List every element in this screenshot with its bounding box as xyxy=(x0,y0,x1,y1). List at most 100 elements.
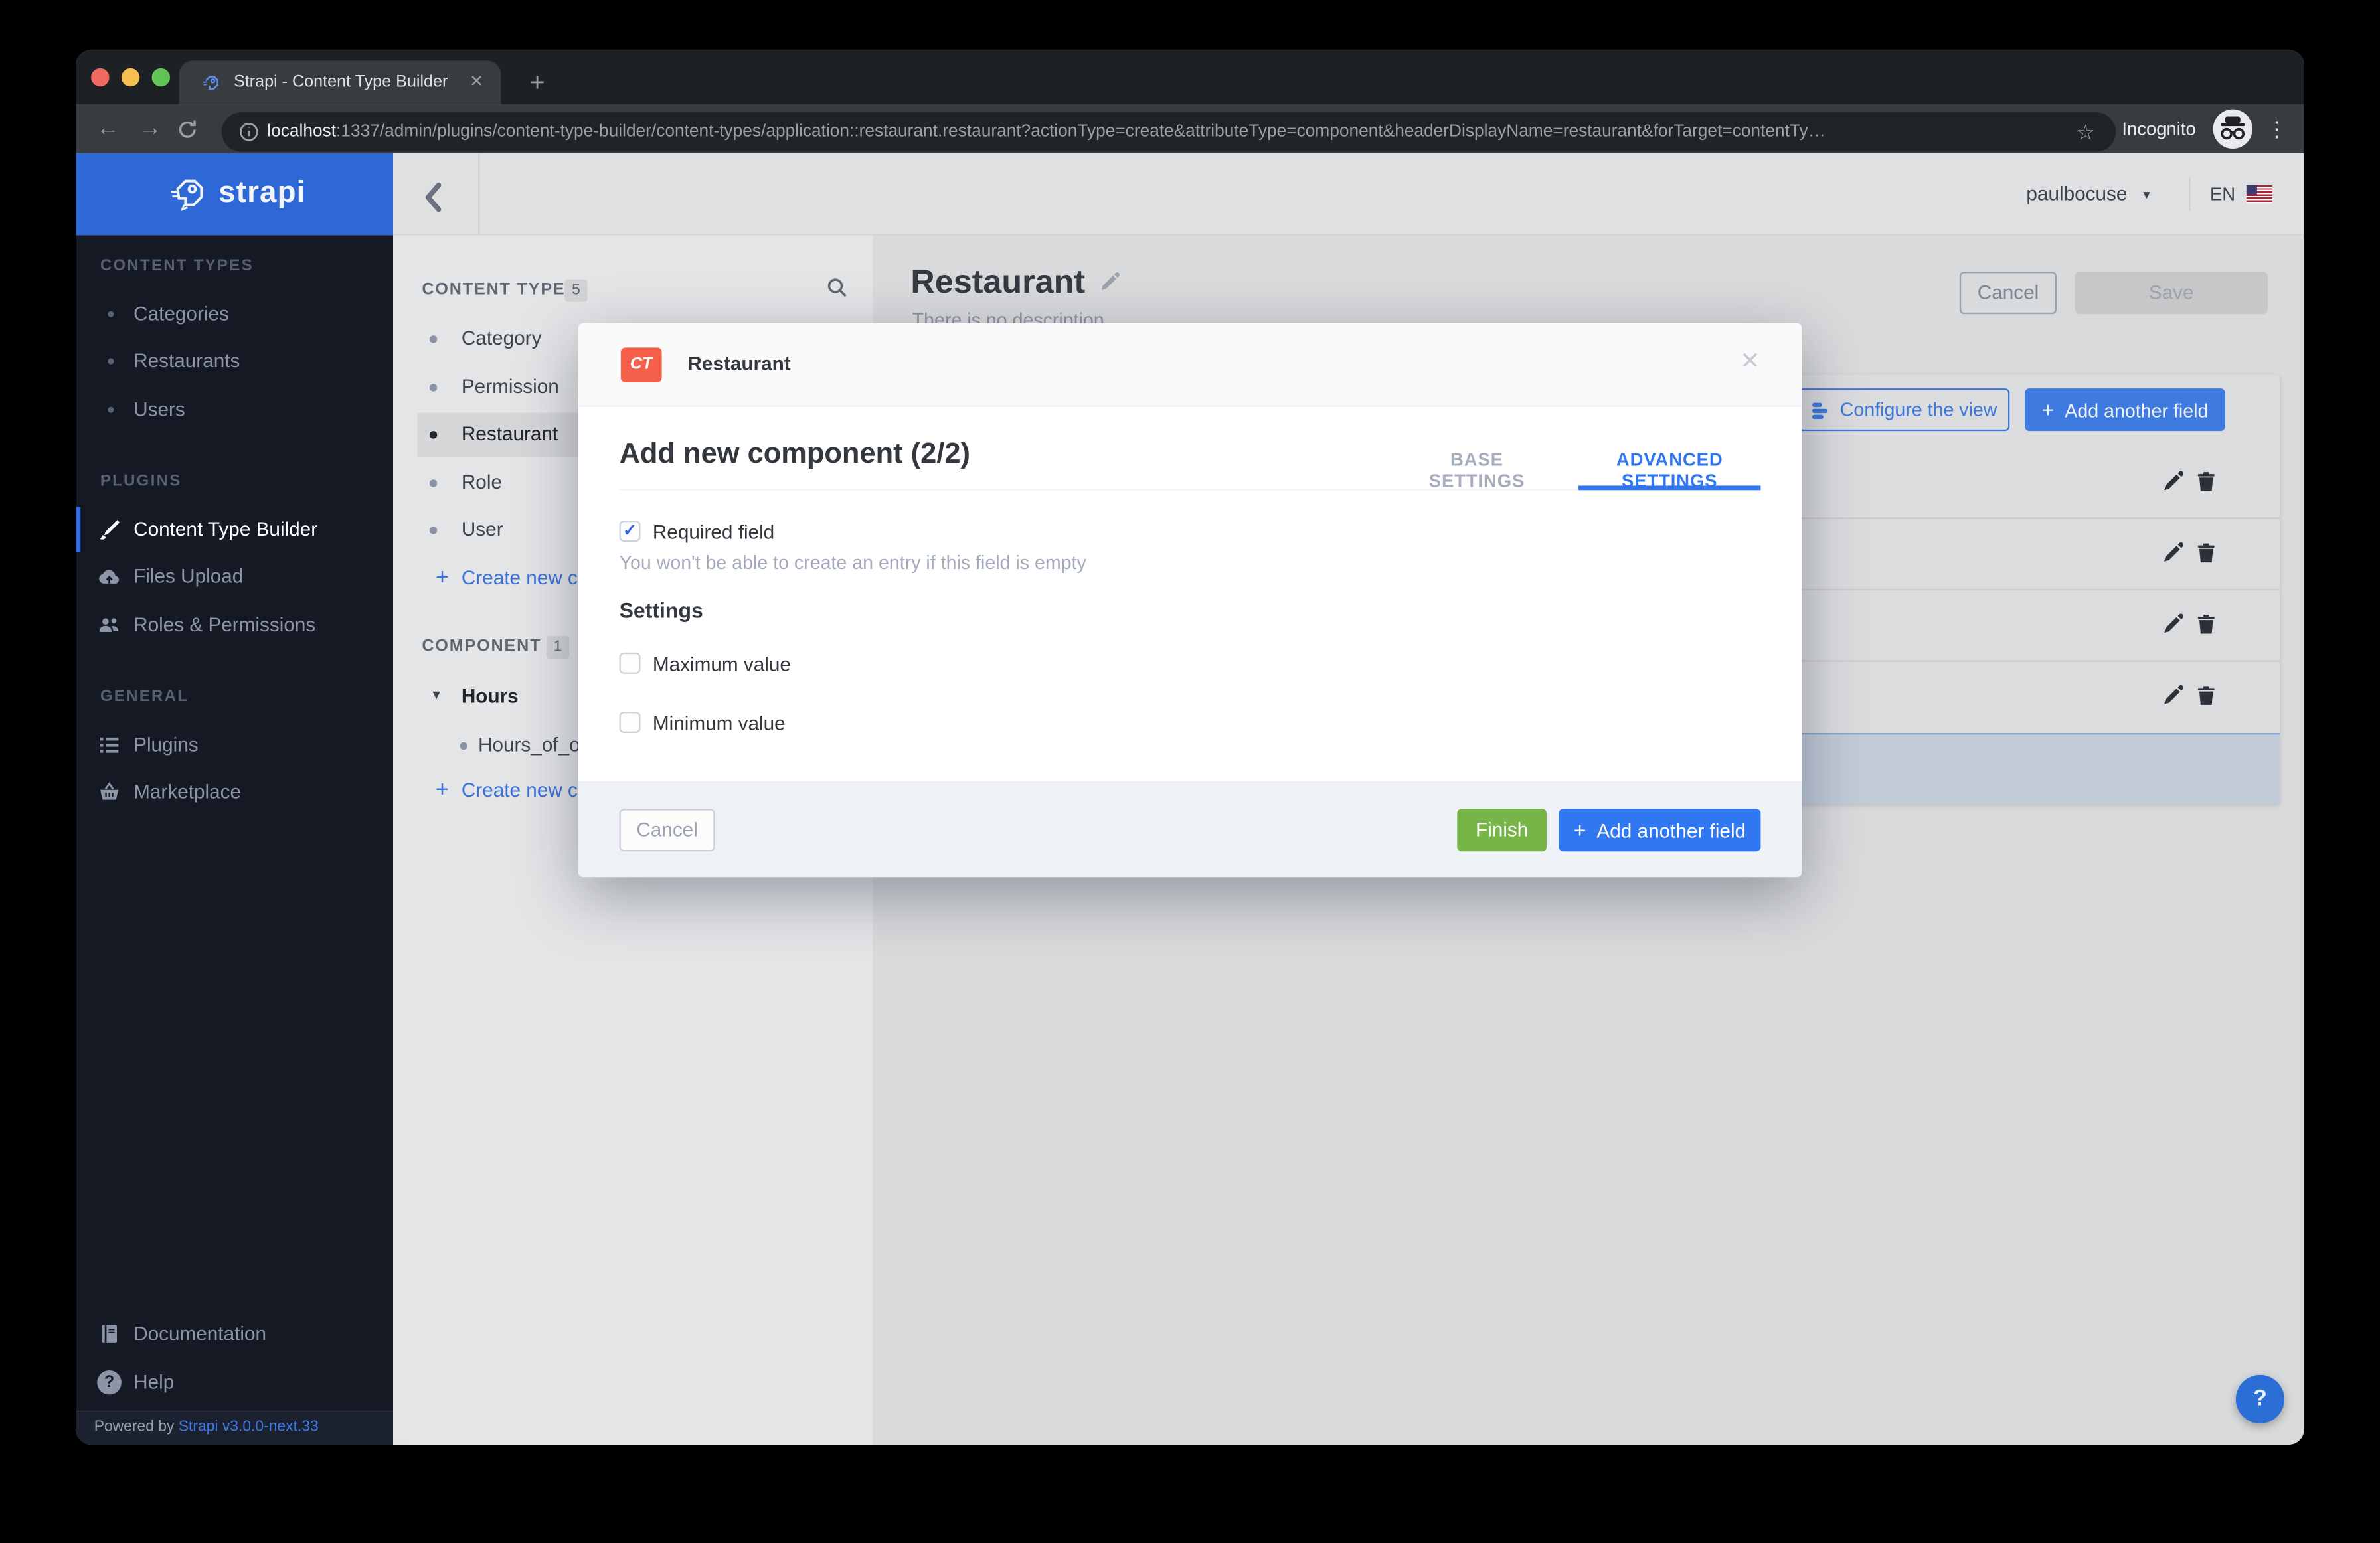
edit-pencil-icon[interactable] xyxy=(2162,613,2184,635)
sidebar-item-plugins[interactable]: Plugins xyxy=(76,728,393,762)
delete-trash-icon[interactable] xyxy=(2195,613,2217,635)
component-count-badge: 1 xyxy=(546,635,570,659)
sidebar-item-restaurants[interactable]: Restaurants xyxy=(76,345,393,378)
delete-trash-icon[interactable] xyxy=(2195,542,2217,564)
maximum-value-label[interactable]: Maximum value xyxy=(653,653,791,675)
sidebar-section-general: GENERAL xyxy=(100,687,189,706)
bullet-icon xyxy=(429,527,438,534)
plus-icon: + xyxy=(1573,817,1586,843)
configure-view-button[interactable]: Configure the view xyxy=(1798,388,2010,432)
powered-by-text: Powered by xyxy=(94,1419,179,1436)
basket-icon xyxy=(97,780,122,805)
back-chevron-icon[interactable] xyxy=(422,181,443,214)
info-icon[interactable] xyxy=(238,122,260,143)
modal-content-type-name: Restaurant xyxy=(687,352,791,375)
url-bar[interactable]: localhost:1337/admin/plugins/content-typ… xyxy=(221,112,2116,152)
bullet-icon xyxy=(108,311,114,317)
language-selector[interactable]: EN xyxy=(2210,153,2235,235)
bullet-icon xyxy=(429,479,438,487)
new-tab-button[interactable]: + xyxy=(519,60,556,104)
forward-button[interactable]: → xyxy=(131,105,170,153)
page-cancel-button[interactable]: Cancel xyxy=(1959,272,2057,315)
sidebar-section-content-types: CONTENT TYPES xyxy=(100,256,254,275)
plus-icon: + xyxy=(2041,397,2055,422)
bookmark-star-icon[interactable]: ☆ xyxy=(2067,112,2104,151)
settings-heading: Settings xyxy=(619,598,703,623)
sidebar-item-roles-permissions[interactable]: Roles & Permissions xyxy=(76,609,393,642)
paintbrush-icon xyxy=(97,517,122,542)
required-field-label[interactable]: Required field xyxy=(653,521,774,543)
help-fab-button[interactable]: ? xyxy=(2235,1374,2284,1423)
page-save-button[interactable]: Save xyxy=(2075,272,2268,315)
delete-trash-icon[interactable] xyxy=(2195,471,2217,493)
strapi-version-link[interactable]: Strapi v3.0.0-next.33 xyxy=(179,1419,319,1435)
browser-titlebar: Strapi - Content Type Builder ✕ + xyxy=(76,50,2304,105)
users-icon xyxy=(97,613,122,637)
content-type-badge: CT xyxy=(620,347,662,382)
required-field-help: You won't be able to create an entry if … xyxy=(619,552,1086,574)
sidebar-item-files-upload[interactable]: Files Upload xyxy=(76,560,393,593)
url-host: localhost xyxy=(267,123,337,141)
tab-base-settings[interactable]: BASE SETTINGS xyxy=(1408,449,1545,492)
modal-cancel-button[interactable]: Cancel xyxy=(619,809,715,852)
active-tab-underline xyxy=(1578,485,1761,491)
tab-close-icon[interactable]: ✕ xyxy=(462,60,492,104)
tab-title: Strapi - Content Type Builder xyxy=(233,72,448,92)
edit-pencil-icon[interactable] xyxy=(2162,471,2184,493)
browser-tab[interactable]: Strapi - Content Type Builder ✕ xyxy=(179,60,501,105)
content-types-count-badge: 5 xyxy=(564,279,588,302)
sidebar-item-categories[interactable]: Categories xyxy=(76,297,393,331)
cloud-upload-icon xyxy=(97,564,122,589)
us-flag-icon xyxy=(2246,185,2272,204)
modal-close-icon[interactable]: ✕ xyxy=(1732,345,1768,381)
close-window-button[interactable] xyxy=(91,68,110,87)
strapi-rocket-icon xyxy=(167,173,209,216)
delete-trash-icon[interactable] xyxy=(2195,685,2217,707)
bullet-icon xyxy=(429,335,438,343)
edit-title-pencil-icon[interactable] xyxy=(1099,272,1120,293)
sidebar-item-users[interactable]: Users xyxy=(76,393,393,426)
sidebar-item-marketplace[interactable]: Marketplace xyxy=(76,775,393,809)
topbar-divider xyxy=(477,153,480,234)
modal-title: Add new component (2/2) xyxy=(619,438,970,471)
bullet-icon xyxy=(429,431,438,439)
subnav-header-content-types: CONTENT TYPES xyxy=(422,280,578,299)
strapi-favicon-icon xyxy=(201,73,222,94)
minimum-value-checkbox[interactable] xyxy=(619,711,641,733)
screen: Strapi - Content Type Builder ✕ + ← → lo… xyxy=(0,0,2380,1543)
strapi-brand: strapi xyxy=(218,176,306,210)
minimize-window-button[interactable] xyxy=(121,68,140,87)
subnav-header-component: COMPONENT xyxy=(422,637,542,656)
edit-pencil-icon[interactable] xyxy=(2162,685,2184,707)
maximize-window-button[interactable] xyxy=(151,68,170,87)
kebab-menu-icon[interactable]: ⋮ xyxy=(2262,105,2292,153)
sliders-icon xyxy=(1811,401,1831,421)
plus-icon: + xyxy=(435,777,450,803)
caret-down-icon[interactable]: ▾ xyxy=(432,679,440,715)
maximum-value-checkbox[interactable] xyxy=(619,652,641,674)
search-icon[interactable] xyxy=(825,276,848,299)
chevron-down-icon[interactable]: ▾ xyxy=(2143,153,2150,235)
book-icon xyxy=(97,1322,122,1346)
sidebar-item-help[interactable]: ? Help xyxy=(76,1366,393,1399)
sidebar-item-documentation[interactable]: Documentation xyxy=(76,1317,393,1350)
bullet-icon xyxy=(429,384,438,392)
stage: Strapi - Content Type Builder ✕ + ← → lo… xyxy=(0,0,2380,1543)
back-button[interactable]: ← xyxy=(88,105,128,153)
minimum-value-label[interactable]: Minimum value xyxy=(653,712,786,734)
sidebar-item-content-type-builder[interactable]: Content Type Builder xyxy=(76,513,393,546)
url-path: :1337/admin/plugins/content-type-builder… xyxy=(336,123,1826,141)
reload-icon[interactable] xyxy=(176,118,199,141)
required-field-checkbox[interactable]: ✓ xyxy=(619,520,641,542)
help-circle-icon: ? xyxy=(97,1370,122,1395)
sidebar-logo-band[interactable]: strapi xyxy=(76,153,393,236)
page-title: Restaurant xyxy=(910,262,1086,301)
add-another-field-button-page[interactable]: + Add another field xyxy=(2025,388,2225,432)
topbar-divider-2 xyxy=(2188,177,2191,211)
add-another-field-button-modal[interactable]: + Add another field xyxy=(1559,809,1761,852)
finish-button[interactable]: Finish xyxy=(1457,809,1547,852)
bullet-icon xyxy=(460,742,468,750)
user-menu[interactable]: paulbocuse xyxy=(2026,153,2127,235)
sidebar-footer: Powered by Strapi v3.0.0-next.33 xyxy=(76,1411,412,1445)
edit-pencil-icon[interactable] xyxy=(2162,542,2184,564)
